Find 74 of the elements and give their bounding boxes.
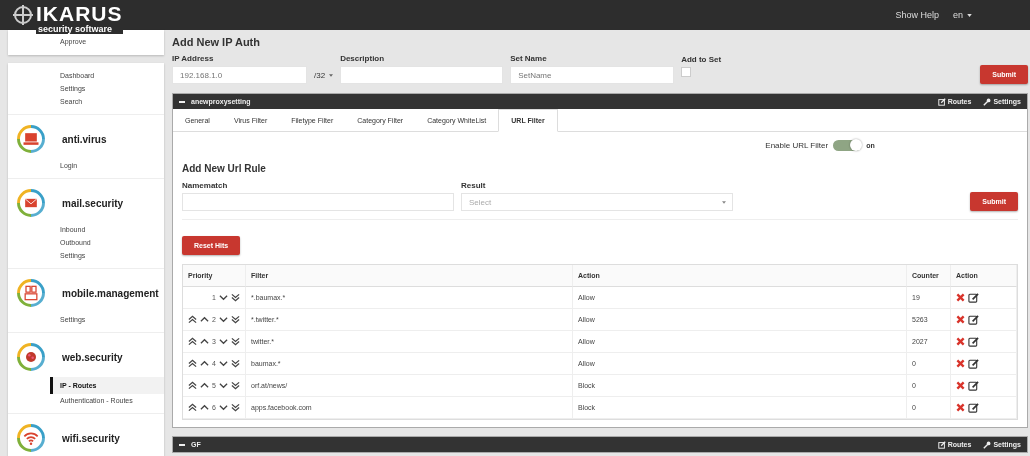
add-to-set-checkbox[interactable] [681,67,692,77]
description-field[interactable] [340,66,504,84]
move-bottom-icon[interactable] [231,293,240,302]
delete-icon[interactable] [956,381,965,390]
move-down-icon[interactable] [219,315,228,324]
logo-subtitle: security software [36,24,123,34]
move-down-icon[interactable] [219,293,228,302]
field-label: Namematch [182,181,229,190]
move-down-icon[interactable] [219,403,228,412]
move-up-icon[interactable] [200,381,210,390]
edit-icon[interactable] [968,380,979,391]
url-filter-toggle[interactable] [833,140,862,151]
delete-icon[interactable] [956,359,965,368]
section-title[interactable]: mobile.management [62,287,159,299]
move-bottom-icon[interactable] [231,315,240,324]
caret-icon [722,200,726,204]
move-down-icon[interactable] [219,381,228,390]
wrench-icon [983,97,992,106]
laptop-ring-icon [16,124,46,154]
section-title[interactable]: wifi.security [62,432,120,444]
logo-icon [12,4,34,26]
wifi-ring-icon [16,423,46,453]
set-name-field[interactable]: SetName [510,66,675,84]
mobile-ring-icon [16,278,46,308]
edit-icon[interactable] [968,358,979,369]
help-link[interactable]: Show Help [895,10,939,20]
field-label: IP Address [172,54,215,63]
move-bottom-icon[interactable] [231,381,240,390]
edit-icon [937,440,946,449]
edit-icon[interactable] [968,402,979,413]
logo-title: IKARUS [36,4,123,24]
web-ring-icon [16,342,46,372]
section-title[interactable]: anti.virus [62,133,107,145]
edit-icon[interactable] [968,336,979,347]
move-top-icon[interactable] [188,359,198,368]
form-title: Add New IP Auth [172,36,261,48]
field-label: Add to Set [681,55,722,64]
move-down-icon[interactable] [219,337,228,346]
delete-icon[interactable] [956,315,965,324]
field-label: Set Name [510,54,548,63]
edit-icon[interactable] [968,314,979,325]
move-top-icon[interactable] [188,315,198,324]
move-up-icon[interactable] [200,359,210,368]
caret-icon [967,13,972,17]
delete-icon[interactable] [956,293,965,302]
move-bottom-icon[interactable] [231,337,240,346]
move-top-icon[interactable] [188,337,198,346]
move-top-icon[interactable] [188,403,198,412]
mask-dropdown[interactable]: /32 [314,66,334,84]
move-up-icon[interactable] [200,337,210,346]
move-bottom-icon[interactable] [231,359,240,368]
delete-icon[interactable] [956,337,965,346]
section-title[interactable]: web.security [62,351,123,363]
collapse-icon[interactable] [179,100,185,103]
move-up-icon[interactable] [200,315,210,324]
move-bottom-icon[interactable] [231,403,240,412]
language-dropdown[interactable]: en [953,10,972,20]
toggle-label: Enable URL Filter [765,141,829,150]
ip-address-field[interactable]: 192.168.1.0 [172,66,307,84]
section-title[interactable]: mail.security [62,197,124,209]
delete-icon[interactable] [956,403,965,412]
edit-icon[interactable] [968,292,979,303]
edit-icon [937,97,946,106]
mail-ring-icon [16,188,46,218]
collapse-icon[interactable] [179,443,185,446]
form-title: Add New Url Rule [182,163,267,174]
move-up-icon[interactable] [200,403,210,412]
caret-icon [329,73,334,77]
wrench-icon [983,440,992,449]
namematch-field[interactable] [182,193,454,211]
move-top-icon[interactable] [188,381,198,390]
field-label: Result [461,181,487,190]
field-label: Description [340,54,386,63]
move-down-icon[interactable] [219,359,228,368]
